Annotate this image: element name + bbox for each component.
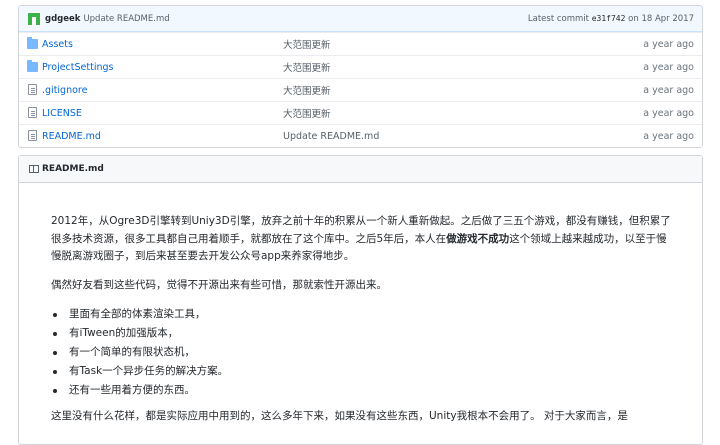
file-name-link[interactable]: README.md xyxy=(42,131,101,142)
readme-header: README.md xyxy=(19,156,702,183)
list-item: 还有一些用着方便的东西。 xyxy=(51,381,671,400)
list-item: 有iTween的加强版本， xyxy=(51,324,671,343)
list-item: 有一个简单的有限状态机， xyxy=(51,343,671,362)
file-row: .gitignore 大范围更新 a year ago xyxy=(19,78,702,101)
file-commit-message[interactable]: 大范围更新 xyxy=(283,106,331,120)
list-item: 有Task一个异步任务的解决方案。 xyxy=(51,362,671,381)
file-age: a year ago xyxy=(643,61,694,73)
readme-paragraph: 2012年，从Ogre3D引擎转到Uniy3D引擎，放弃之前十年的积累从一个新人… xyxy=(51,213,671,266)
file-icon xyxy=(28,107,37,118)
list-item: 里面有全部的体素渲染工具， xyxy=(51,305,671,324)
book-icon xyxy=(29,165,39,173)
commit-author[interactable]: gdgeek xyxy=(45,14,80,24)
file-icon xyxy=(28,84,37,95)
file-commit-message[interactable]: 大范围更新 xyxy=(283,83,331,97)
file-age: a year ago xyxy=(643,84,694,96)
readme-content: 2012年，从Ogre3D引擎转到Uniy3D引擎，放弃之前十年的积累从一个新人… xyxy=(51,213,671,437)
readme-paragraph: 偶然好友看到这些代码，觉得不开源出来有些可惜，那就索性开源出来。 xyxy=(51,278,387,291)
file-name-link[interactable]: Assets xyxy=(42,39,73,50)
file-icon xyxy=(28,130,37,141)
file-commit-message[interactable]: Update README.md xyxy=(283,131,379,142)
file-name-link[interactable]: .gitignore xyxy=(42,85,87,96)
latest-commit-label: Latest commit xyxy=(527,13,590,24)
commit-date: 18 Apr 2017 xyxy=(641,13,694,24)
file-row: ProjectSettings 大范围更新 a year ago xyxy=(19,55,702,78)
file-name-link[interactable]: ProjectSettings xyxy=(42,62,113,73)
feature-list: 里面有全部的体素渲染工具， 有iTween的加强版本， 有一个简单的有限状态机，… xyxy=(51,305,671,400)
file-row: Assets 大范围更新 a year ago xyxy=(19,32,702,55)
file-commit-message[interactable]: 大范围更新 xyxy=(283,37,331,51)
readme-paragraph: 这里没有什么花样，都是实际应用中用到的，这么多年下来，如果没有这些东西，Unit… xyxy=(51,410,628,422)
commit-sha[interactable]: e31f742 xyxy=(592,14,626,23)
folder-icon xyxy=(27,37,38,49)
readme-title: README.md xyxy=(42,164,104,174)
commit-on-label: on xyxy=(628,13,639,24)
file-row: README.md Update README.md a year ago xyxy=(19,124,702,147)
file-age: a year ago xyxy=(643,107,694,119)
folder-icon xyxy=(27,60,38,72)
file-age: a year ago xyxy=(643,38,694,50)
latest-commit-bar: gdgeek Update README.md Latest commit e3… xyxy=(19,6,702,32)
file-row: LICENSE 大范围更新 a year ago xyxy=(19,101,702,124)
file-browser: gdgeek Update README.md Latest commit e3… xyxy=(18,5,703,148)
avatar[interactable] xyxy=(27,11,41,26)
readme-bold-text: 做游戏不成功 xyxy=(446,232,510,245)
readme-panel: README.md 2012年，从Ogre3D引擎转到Uniy3D引擎，放弃之前… xyxy=(18,155,703,445)
file-name-link[interactable]: LICENSE xyxy=(42,108,82,119)
latest-commit-info: Latest commit e31f742 on 18 Apr 2017 xyxy=(528,14,694,24)
file-age: a year ago xyxy=(643,130,694,142)
file-commit-message[interactable]: 大范围更新 xyxy=(283,60,331,74)
commit-message[interactable]: Update README.md xyxy=(83,14,169,24)
